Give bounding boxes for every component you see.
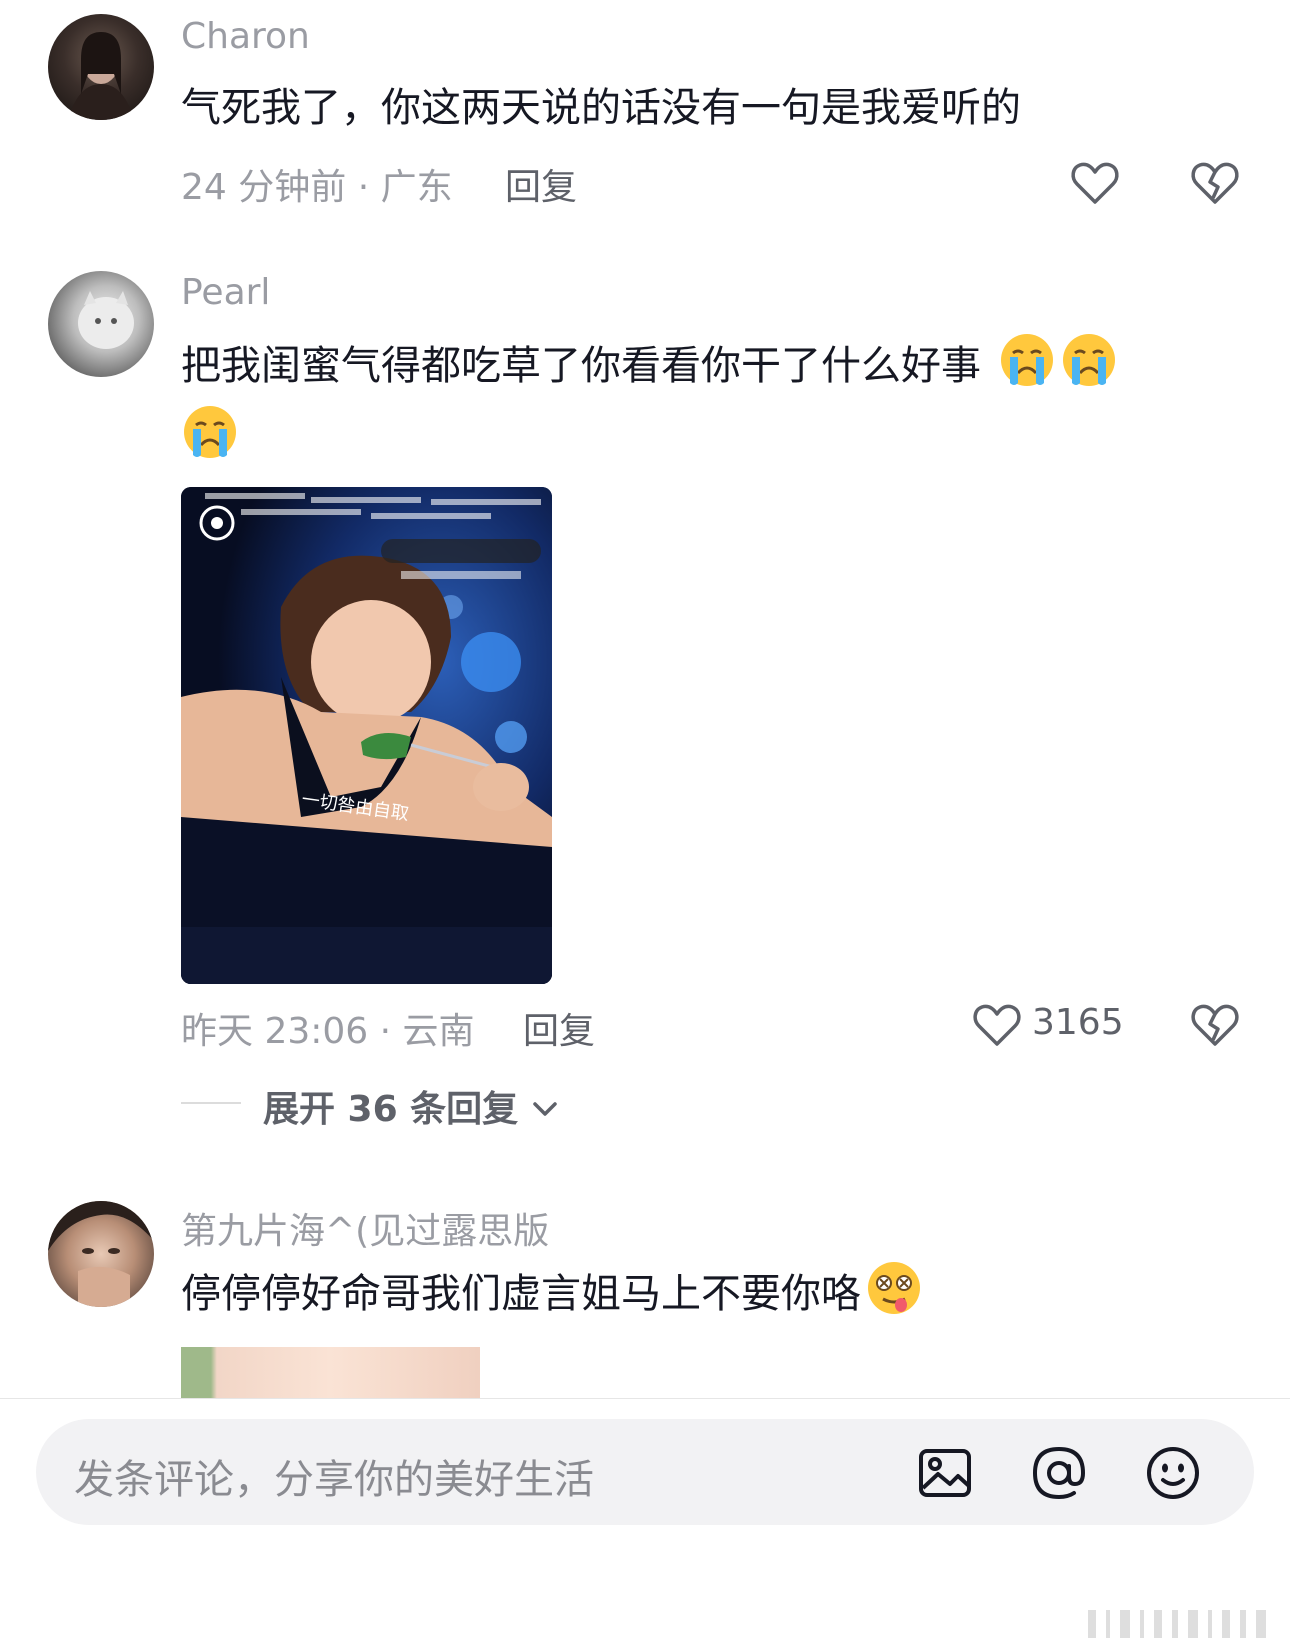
crying-face-icon xyxy=(1000,334,1053,386)
heart-outline-icon[interactable] xyxy=(1070,158,1120,206)
crying-face-icon xyxy=(1062,334,1115,386)
comment-text-body: 停停停好命哥我们虚言姐马上不要你咯 xyxy=(181,1271,861,1317)
comment-image[interactable] xyxy=(181,1347,480,1399)
comment-text-body: 把我闺蜜气得都吃草了你看看你干了什么好事 xyxy=(181,343,981,389)
avatar[interactable] xyxy=(48,14,154,120)
reply-button[interactable]: 回复 xyxy=(505,158,577,210)
watermark-icon xyxy=(1088,1610,1266,1638)
like-count: 3165 xyxy=(1032,1002,1124,1043)
crying-face-icon xyxy=(184,406,236,458)
comment-username[interactable]: 第九片海^(见过露思版 xyxy=(181,1202,549,1254)
heart-outline-icon[interactable] xyxy=(972,1000,1022,1048)
smiley-icon[interactable] xyxy=(1144,1444,1202,1502)
broken-heart-icon[interactable] xyxy=(1190,158,1240,206)
comment-text: 气死我了，你这两天说的话没有一句是我爱听的 xyxy=(181,85,1021,131)
expand-replies-text: 展开 36 条回复 xyxy=(263,1089,519,1130)
at-icon[interactable] xyxy=(1030,1444,1088,1502)
avatar[interactable] xyxy=(48,1201,154,1307)
comment-meta: 24 分钟前 · 广东 xyxy=(181,167,453,208)
broken-heart-icon[interactable] xyxy=(1190,1000,1240,1048)
comment-text: 把我闺蜜气得都吃草了你看看你干了什么好事 xyxy=(181,330,1221,474)
image-icon[interactable] xyxy=(916,1444,974,1502)
comment-input-bar: 发条评论，分享你的美好生活 xyxy=(0,1398,1290,1646)
reply-button[interactable]: 回复 xyxy=(523,1002,595,1054)
comment-input-placeholder: 发条评论，分享你的美好生活 xyxy=(74,1457,594,1503)
comment-username[interactable]: Charon xyxy=(181,16,310,57)
comment-username[interactable]: Pearl xyxy=(181,272,270,313)
comment-meta: 昨天 23:06 · 云南 xyxy=(181,1011,475,1052)
divider xyxy=(181,1102,241,1104)
comment-text: 停停停好命哥我们虚言姐马上不要你咯 xyxy=(181,1258,1221,1330)
dizzy-tongue-face-icon xyxy=(868,1262,920,1314)
comment-image[interactable]: 一切咎由自取 xyxy=(181,487,552,984)
chevron-down-icon xyxy=(532,1102,557,1116)
comment-input[interactable]: 发条评论，分享你的美好生活 xyxy=(36,1419,1254,1525)
avatar[interactable] xyxy=(48,271,154,377)
expand-replies-label: 展开 36 条回复 xyxy=(263,1080,559,1132)
